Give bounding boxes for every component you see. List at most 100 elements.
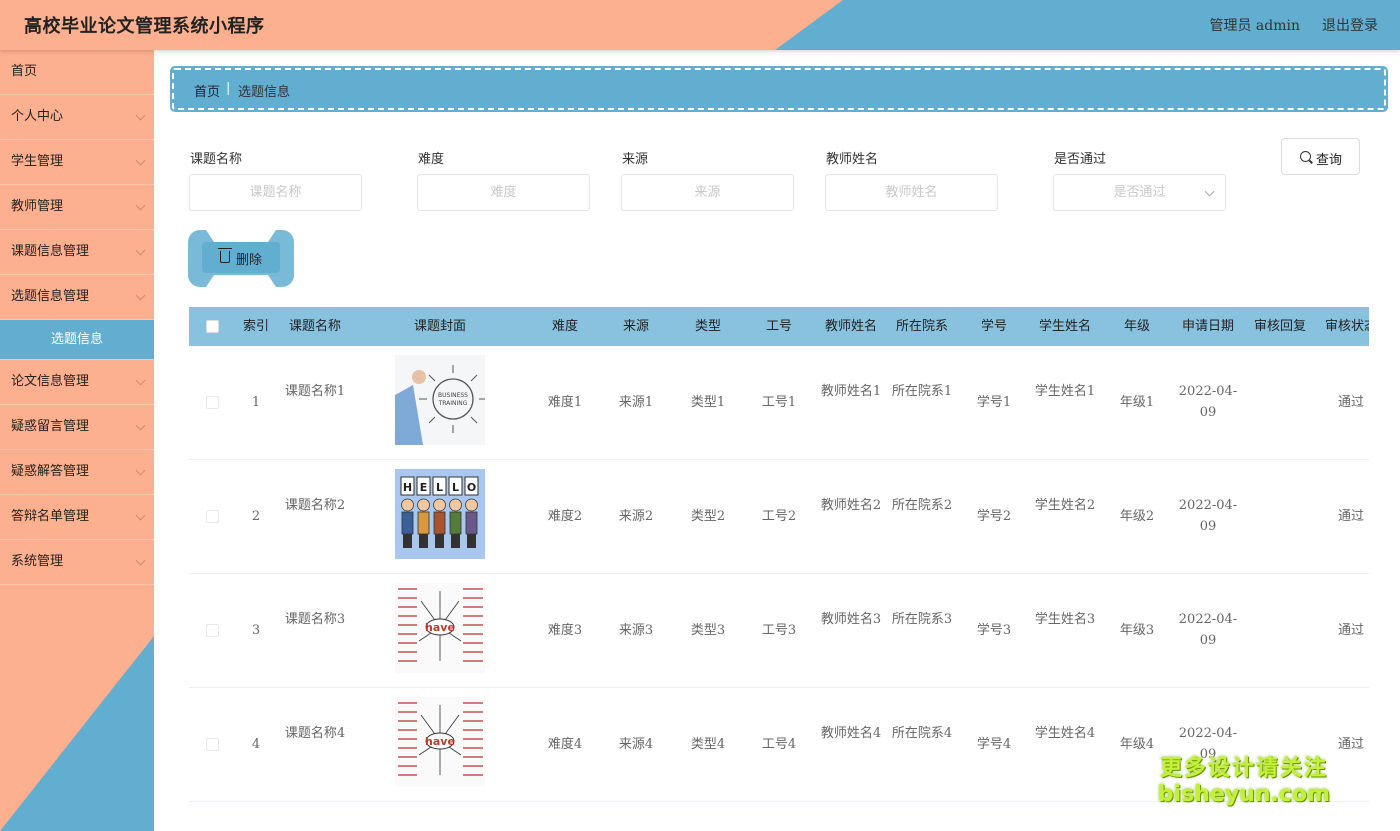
sidebar-item-a1[interactable]: 疑惑留言管理: [0, 405, 154, 450]
passed-filter-label: 是否通过: [1054, 152, 1107, 167]
column-header: 来源: [622, 319, 649, 334]
business-training-image: BUSINESS TRAINING: [395, 355, 485, 445]
row-checkbox[interactable]: [206, 738, 219, 751]
source-filter-input[interactable]: [621, 174, 794, 211]
difficulty-filter-label: 难度: [418, 152, 445, 167]
breadcrumb: 首页 | 选题信息: [170, 66, 1388, 112]
cell-dept: 所在院系1: [891, 384, 953, 399]
row-checkbox[interactable]: [206, 624, 219, 637]
cell-difficulty: 难度1: [547, 395, 583, 410]
svg-text:O: O: [467, 481, 476, 494]
sidebar-item-a0[interactable]: 论文信息管理: [0, 360, 154, 405]
sidebar-item-label: 个人中心: [11, 109, 64, 124]
row-checkbox[interactable]: [206, 396, 219, 409]
cell-date: 2022-04-09: [1178, 612, 1238, 648]
chevron-down-icon: [135, 290, 146, 301]
cell-dept: 所在院系3: [891, 612, 953, 627]
cell-difficulty: 难度2: [547, 509, 583, 524]
have-mindmap-image: have: [395, 583, 485, 673]
sidebar-subitem-topic-selection[interactable]: 选题信息: [0, 320, 154, 360]
cell-source: 来源1: [618, 395, 654, 410]
passed-filter-select[interactable]: 是否通过: [1053, 174, 1226, 211]
source-filter-label: 来源: [622, 152, 649, 167]
sidebar-corner-decoration: [0, 636, 154, 831]
svg-text:BUSINESS: BUSINESS: [438, 392, 468, 399]
query-button[interactable]: 查询: [1281, 138, 1360, 175]
svg-text:have: have: [425, 621, 455, 634]
chevron-down-icon: [135, 155, 146, 166]
cell-teacher: 教师姓名4: [820, 726, 882, 741]
sidebar-item-a2[interactable]: 疑惑解答管理: [0, 450, 154, 495]
cell-status: 通过: [1337, 623, 1364, 638]
cell-source: 来源4: [618, 737, 654, 752]
cell-index: 4: [251, 737, 261, 752]
sidebar-item-a4[interactable]: 系统管理: [0, 540, 154, 585]
cell-type: 类型3: [690, 623, 726, 638]
cell-student-no: 学号3: [976, 623, 1012, 638]
current-user: 管理员 admin: [1209, 18, 1300, 34]
difficulty-filter-input[interactable]: [417, 174, 590, 211]
cell-index: 1: [251, 395, 261, 410]
sidebar-item-label: 论文信息管理: [11, 374, 90, 389]
teacher-filter-input[interactable]: [825, 174, 998, 211]
top-header: 高校毕业论文管理系统小程序 管理员 admin 退出登录: [0, 0, 1400, 50]
chevron-down-icon: [135, 465, 146, 476]
sidebar-item-label: 选题信息管理: [11, 289, 90, 304]
query-button-label: 查询: [1316, 152, 1343, 167]
column-header: 难度: [551, 319, 578, 334]
sidebar-item-2[interactable]: 学生管理: [0, 140, 154, 185]
delete-button[interactable]: 删除: [202, 242, 280, 273]
column-header: 审核回复: [1253, 319, 1306, 334]
cell-grade: 年级3: [1119, 623, 1155, 638]
have-mindmap-image: have: [395, 697, 485, 787]
table-row[interactable]: 3 课题名称3 have 难度3 来源3 类型3 工号3 教师姓名3 所在院系3 学号3 学生姓名3…: [189, 574, 1369, 688]
search-icon: [1300, 151, 1311, 162]
logout-link[interactable]: 退出登录: [1322, 15, 1378, 35]
passed-select-placeholder: 是否通过: [1113, 185, 1166, 200]
column-header: 课题名称: [288, 319, 341, 334]
cell-student: 学生姓名4: [1034, 726, 1096, 741]
svg-text:have: have: [425, 735, 455, 748]
cell-student: 学生姓名2: [1034, 498, 1096, 513]
cell-staff-no: 工号2: [761, 509, 797, 524]
sidebar-item-label: 系统管理: [11, 554, 64, 569]
cell-type: 类型4: [690, 737, 726, 752]
sidebar-item-a3[interactable]: 答辩名单管理: [0, 495, 154, 540]
cell-source: 来源2: [618, 509, 654, 524]
column-header: 课题封面: [413, 319, 466, 334]
svg-text:H: H: [403, 481, 412, 494]
table-row[interactable]: 1 课题名称1 BUSINESS TRAINING 难度1 来源1 类型1 工号1 教师姓名1 所…: [189, 346, 1369, 460]
cell-difficulty: 难度4: [547, 737, 583, 752]
cell-dept: 所在院系2: [891, 498, 953, 513]
cell-teacher: 教师姓名2: [820, 498, 882, 513]
sidebar-item-label: 首页: [11, 64, 38, 79]
cell-index: 2: [251, 509, 261, 524]
cell-type: 类型1: [690, 395, 726, 410]
cell-topic: 课题名称1: [284, 384, 346, 399]
delete-button-wrapper: 删除: [188, 230, 294, 287]
column-header: 教师姓名: [824, 319, 877, 334]
sidebar-item-1[interactable]: 个人中心: [0, 95, 154, 140]
cell-topic: 课题名称3: [284, 612, 346, 627]
sidebar-item-5[interactable]: 选题信息管理: [0, 275, 154, 320]
watermark: 更多设计请关注 bisheyun.com: [1158, 750, 1330, 807]
column-header: 学号: [980, 319, 1007, 334]
cell-student-no: 学号4: [976, 737, 1012, 752]
svg-text:L: L: [452, 481, 459, 494]
cell-staff-no: 工号3: [761, 623, 797, 638]
svg-text:L: L: [436, 481, 443, 494]
app-title: 高校毕业论文管理系统小程序: [24, 16, 265, 37]
teacher-filter-label: 教师姓名: [826, 152, 879, 167]
row-checkbox[interactable]: [206, 510, 219, 523]
cell-grade: 年级2: [1119, 509, 1155, 524]
chevron-down-icon: [135, 555, 146, 566]
cell-student-no: 学号1: [976, 395, 1012, 410]
table-row[interactable]: 2 课题名称2 H E L L O 难度2 来源2 类型2 工号2 教师姓名2 所在院系2 学号2 学生姓名…: [189, 460, 1369, 574]
breadcrumb-home[interactable]: 首页: [194, 81, 220, 100]
sidebar-item-4[interactable]: 课题信息管理: [0, 230, 154, 275]
cell-status: 通过: [1337, 395, 1364, 410]
sidebar-item-3[interactable]: 教师管理: [0, 185, 154, 230]
trash-icon: [218, 248, 232, 263]
sidebar-item-0[interactable]: 首页: [0, 50, 154, 95]
topic-filter-input[interactable]: [189, 174, 362, 211]
